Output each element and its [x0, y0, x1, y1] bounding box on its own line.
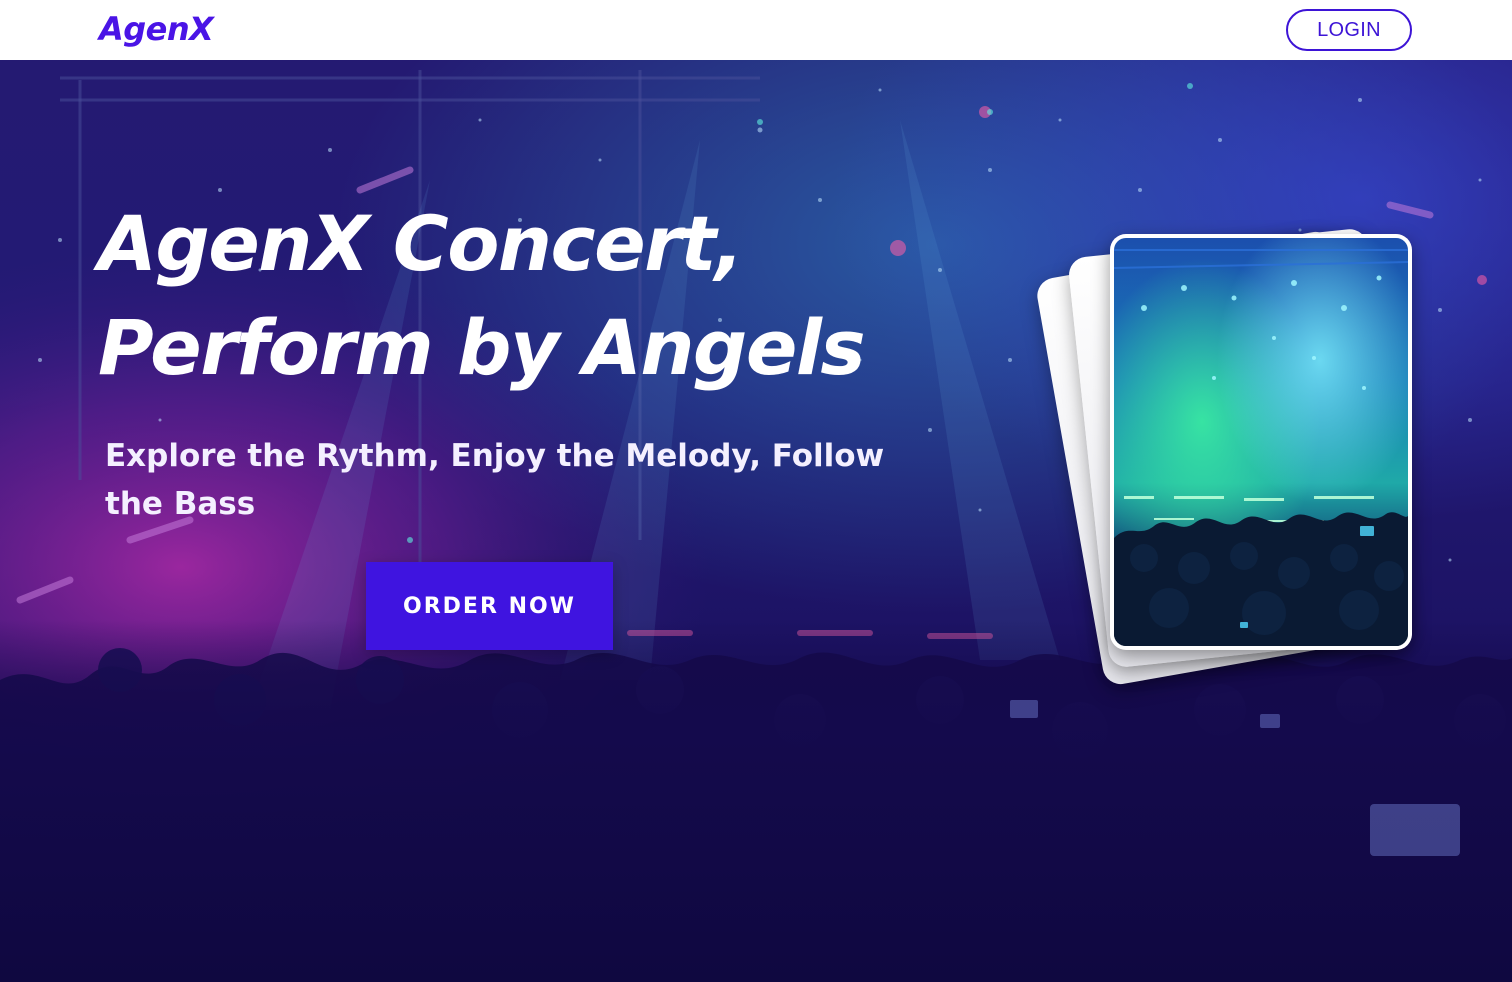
brand-logo[interactable]: AgenX: [99, 9, 214, 49]
hero-section: AgenX Concert, Perform by Angels Explore…: [0, 60, 1512, 982]
hero-subtitle: Explore the Rythm, Enjoy the Melody, Fol…: [105, 438, 906, 522]
hero-title-line-1: AgenX Concert,: [98, 199, 744, 288]
hero-title: AgenX Concert, Perform by Angels: [98, 192, 998, 400]
order-now-button[interactable]: ORDER NOW: [366, 562, 613, 650]
login-button[interactable]: LOGIN: [1286, 9, 1412, 51]
concert-photo-stack: [1030, 200, 1430, 687]
photo-card-front: [1110, 234, 1412, 650]
top-navbar: AgenX LOGIN: [0, 0, 1512, 60]
hero-title-line-2: Perform by Angels: [98, 303, 866, 392]
concert-crowd-photo: [1114, 238, 1408, 646]
